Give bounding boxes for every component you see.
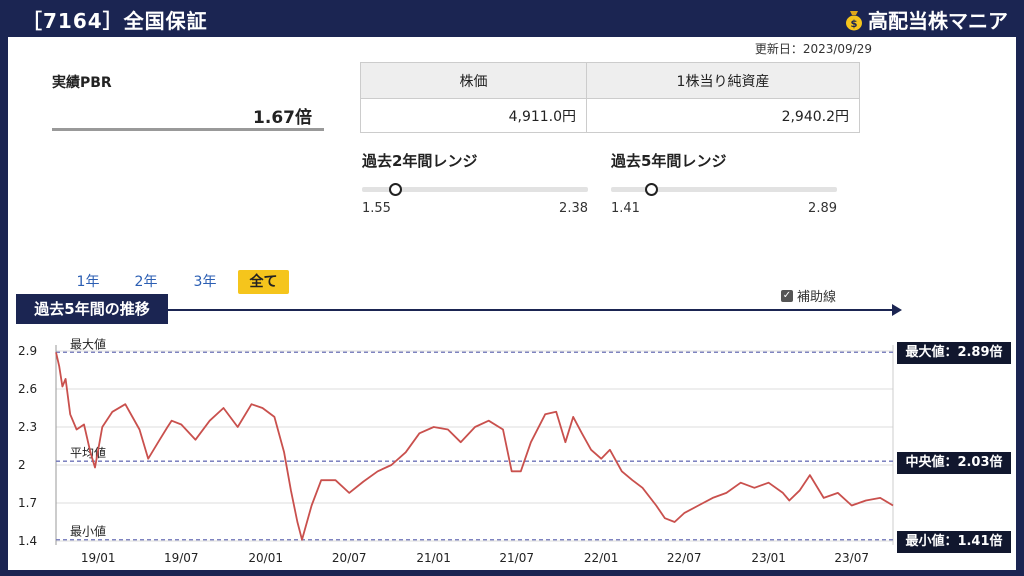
page-title: ［7164］全国保証	[22, 9, 208, 33]
price-table-value-row: 4,911.0円 2,940.2円	[359, 98, 860, 133]
book-value-value: 2,940.2円	[586, 98, 860, 133]
pbr-series-line	[55, 352, 894, 541]
period-1y[interactable]: 1年	[72, 270, 104, 294]
period-3y[interactable]: 3年	[189, 270, 221, 294]
reference-line-label: 平均値	[70, 445, 106, 460]
x-tick-label: 20/01	[248, 551, 283, 565]
y-tick-label: 2.3	[18, 420, 37, 434]
range-5y-min: 1.41	[611, 201, 640, 216]
aux-lines-toggle[interactable]: ✓ 補助線	[781, 286, 836, 305]
range-5y-title: 過去5年間レンジ	[611, 152, 727, 170]
price-table: 株価 1株当り純資産 4,911.0円 2,940.2円	[359, 62, 860, 133]
pbr-value: 1.67倍	[253, 108, 312, 128]
x-tick-label: 21/01	[416, 551, 451, 565]
aux-lines-label: 補助線	[797, 290, 837, 305]
range-2y: 過去2年間レンジ 1.55 2.38	[362, 150, 610, 216]
header-book-value: 1株当り純資産	[586, 62, 860, 99]
x-tick-label: 23/01	[751, 551, 786, 565]
brand-logo[interactable]: $ 高配当株マニア	[844, 5, 1008, 34]
y-tick-label: 2.9	[18, 344, 37, 358]
max-value-label: 最大値：2.89倍	[897, 342, 1011, 364]
x-tick-label: 21/07	[499, 551, 534, 565]
updated-date: 更新日：2023/09/29	[754, 42, 872, 56]
x-tick-label: 19/07	[164, 551, 199, 565]
period-all[interactable]: 全て	[238, 270, 289, 294]
arrow-right-icon	[892, 304, 902, 316]
header-stock-price: 株価	[359, 62, 588, 99]
range-5y-marker	[644, 183, 658, 196]
checkbox-checked-icon[interactable]: ✓	[781, 289, 793, 302]
range-2y-max: 2.38	[559, 201, 588, 216]
range-2y-marker	[388, 183, 402, 196]
money-bag-icon: $	[846, 10, 862, 30]
median-value-label: 中央値：2.03倍	[897, 452, 1011, 474]
range-5y: 過去5年間レンジ 1.41 2.89	[611, 150, 859, 216]
x-tick-label: 22/07	[667, 551, 702, 565]
y-tick-label: 1.7	[18, 496, 37, 510]
history-title: 過去5年間の推移	[16, 294, 168, 324]
period-2y[interactable]: 2年	[130, 270, 162, 294]
min-value-label: 最小値：1.41倍	[897, 531, 1011, 553]
svg-text:$: $	[851, 19, 858, 30]
x-tick-label: 22/01	[584, 551, 619, 565]
x-tick-label: 23/07	[834, 551, 869, 565]
brand-name: 高配当株マニア	[868, 9, 1008, 33]
reference-line-label: 最小値	[70, 524, 106, 539]
pbr-underline	[52, 128, 324, 131]
y-tick-label: 1.4	[18, 534, 37, 548]
stock-price-value: 4,911.0円	[359, 98, 588, 133]
y-tick-label: 2	[18, 458, 26, 472]
y-tick-label: 2.6	[18, 382, 37, 396]
pbr-label: 実績PBR	[52, 75, 112, 91]
reference-line-label: 最大値	[70, 336, 106, 351]
range-2y-min: 1.55	[362, 201, 391, 216]
history-rule	[168, 309, 894, 311]
x-tick-label: 20/07	[332, 551, 367, 565]
range-2y-title: 過去2年間レンジ	[362, 152, 478, 170]
pbr-line-chart: 1.4 1.7 2 2.3 2.6 2.9 19/01 19/07 20/01 20/07 21/0…	[18, 336, 894, 565]
x-tick-label: 19/01	[81, 551, 116, 565]
range-5y-max: 2.89	[808, 201, 837, 216]
price-table-header-row: 株価 1株当り純資産	[359, 62, 860, 99]
